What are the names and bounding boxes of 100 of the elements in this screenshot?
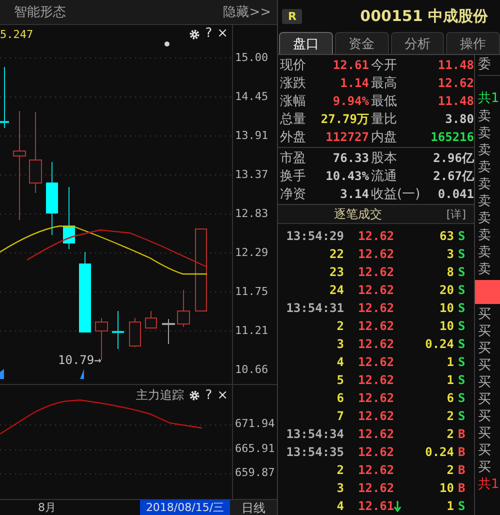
trade-price: 12.62: [357, 319, 394, 333]
quote-value: 3.80: [444, 112, 474, 126]
quote-value: 0.041: [436, 187, 474, 201]
buy-level-label: 买: [478, 442, 492, 459]
quote-label: 总量: [279, 111, 307, 128]
buy-level-label: 买: [478, 391, 492, 408]
price-axis-label: 13.37: [234, 167, 270, 183]
trade-side: S: [457, 391, 466, 405]
month-label: 8月: [37, 500, 57, 515]
sell-level-label: 卖: [478, 108, 492, 125]
tab[interactable]: 资金: [334, 32, 388, 54]
quote-value: 165216: [430, 130, 474, 144]
sell-level-label: 卖: [478, 176, 492, 193]
trade-time: 13:54:31: [285, 301, 344, 315]
trade-time: 3: [336, 337, 344, 351]
trade-volume: 1: [446, 373, 454, 387]
hide-button[interactable]: 隐藏>>: [223, 3, 271, 21]
trade-volume: 2: [446, 427, 454, 441]
trade-volume: 10: [438, 301, 454, 315]
buy-level-label: 买: [478, 425, 492, 442]
quote-label: 流通: [370, 168, 398, 185]
trade-time: 4: [336, 355, 344, 369]
period-button[interactable]: 日线: [230, 500, 277, 515]
quote-label: 最高: [370, 75, 398, 92]
tab[interactable]: 分析: [390, 32, 444, 54]
quote-label: 现价: [279, 57, 307, 74]
trade-price: 12.62: [357, 283, 394, 297]
sell-total: 共1: [478, 90, 500, 108]
trade-side: S: [457, 229, 466, 243]
quote-value: 11.48: [436, 58, 474, 72]
trade-side: S: [457, 301, 466, 315]
close-button[interactable]: ×: [217, 27, 228, 41]
price-axis-label: 12.83: [234, 206, 270, 222]
candlestick: [63, 186, 75, 250]
value-axis-label: 665.91: [234, 440, 276, 456]
trade-volume: 10: [438, 319, 454, 333]
quote-value: 12.62: [436, 76, 474, 90]
price-axis-label: 14.45: [234, 89, 270, 105]
trade-price: 12.62: [357, 409, 394, 423]
tab[interactable]: 盘口: [279, 32, 333, 54]
buy-level-label: 买: [478, 306, 492, 323]
quote-value: 10.43%: [324, 169, 369, 183]
buy-level-label: 买: [478, 459, 492, 476]
detail-link[interactable]: [详]: [446, 206, 466, 222]
trade-volume: 0.24: [424, 445, 454, 459]
trade-time: 13:54:35: [285, 445, 344, 459]
trade-volume: 63: [438, 229, 454, 243]
trade-time: 6: [336, 391, 344, 405]
quote-value: 3.14: [339, 187, 369, 201]
quote-value: 12.61: [332, 58, 369, 72]
quote-value: 2.67亿: [432, 168, 474, 184]
trade-side: S: [457, 337, 466, 351]
sell-level-label: 卖: [478, 261, 492, 278]
trade-time: 4: [336, 499, 344, 513]
trade-volume: 6: [446, 391, 454, 405]
help-button[interactable]: ?: [205, 27, 212, 41]
trade-price: 12.62: [357, 445, 394, 459]
quote-value: 112727: [324, 130, 369, 144]
candlestick: [0, 66, 9, 128]
quote-label: 涨幅: [279, 93, 307, 110]
quote-value: 27.79万: [320, 110, 369, 128]
buy-level-label: 买: [478, 340, 492, 357]
trade-price: 12.62: [357, 265, 394, 279]
candlestick: [129, 318, 141, 348]
quote-value: 2.96亿: [432, 150, 474, 166]
trade-price: 12.62: [357, 301, 394, 315]
sell-level-label: 卖: [478, 210, 492, 227]
trade-price: 12.61: [357, 499, 394, 513]
price-axis-label: 13.91: [234, 128, 270, 144]
quote-value: 9.94%: [332, 94, 369, 108]
trade-volume: 2: [446, 409, 454, 423]
help-button[interactable]: ?: [205, 388, 212, 402]
close-button[interactable]: ×: [217, 388, 228, 402]
marker-icon: [164, 42, 170, 46]
tab[interactable]: 操作: [446, 32, 500, 54]
stock-title: 000151 中成股份: [360, 6, 488, 26]
trade-time: 5: [336, 373, 344, 387]
trade-side: S: [457, 319, 466, 333]
trade-volume: 0.24: [424, 337, 454, 351]
settings-icon[interactable]: [189, 28, 200, 40]
trade-side: S: [457, 373, 466, 387]
quote-label: 内盘: [370, 129, 398, 146]
settings-icon[interactable]: [189, 390, 200, 401]
quote-label: 市盈: [279, 150, 307, 167]
trade-side: S: [457, 499, 466, 513]
trade-volume: 8: [446, 265, 454, 279]
candlestick: [177, 290, 190, 328]
trade-price: 12.62: [357, 481, 394, 495]
quote-label: 股本: [370, 150, 398, 167]
trade-price: 12.62: [357, 247, 394, 261]
trade-side: S: [457, 355, 466, 369]
buy-level-label: 买: [478, 357, 492, 374]
cursor-date: 2018/08/15/三: [140, 500, 230, 515]
trade-price: 12.62: [357, 427, 394, 441]
buy-level-label: 买: [478, 323, 492, 340]
quote-value: 11.48: [436, 94, 474, 108]
trade-time: 24: [328, 283, 344, 297]
trade-side: B: [457, 427, 466, 441]
buy-level-label: 买: [478, 374, 492, 391]
value-axis-label: 659.87: [234, 465, 276, 481]
